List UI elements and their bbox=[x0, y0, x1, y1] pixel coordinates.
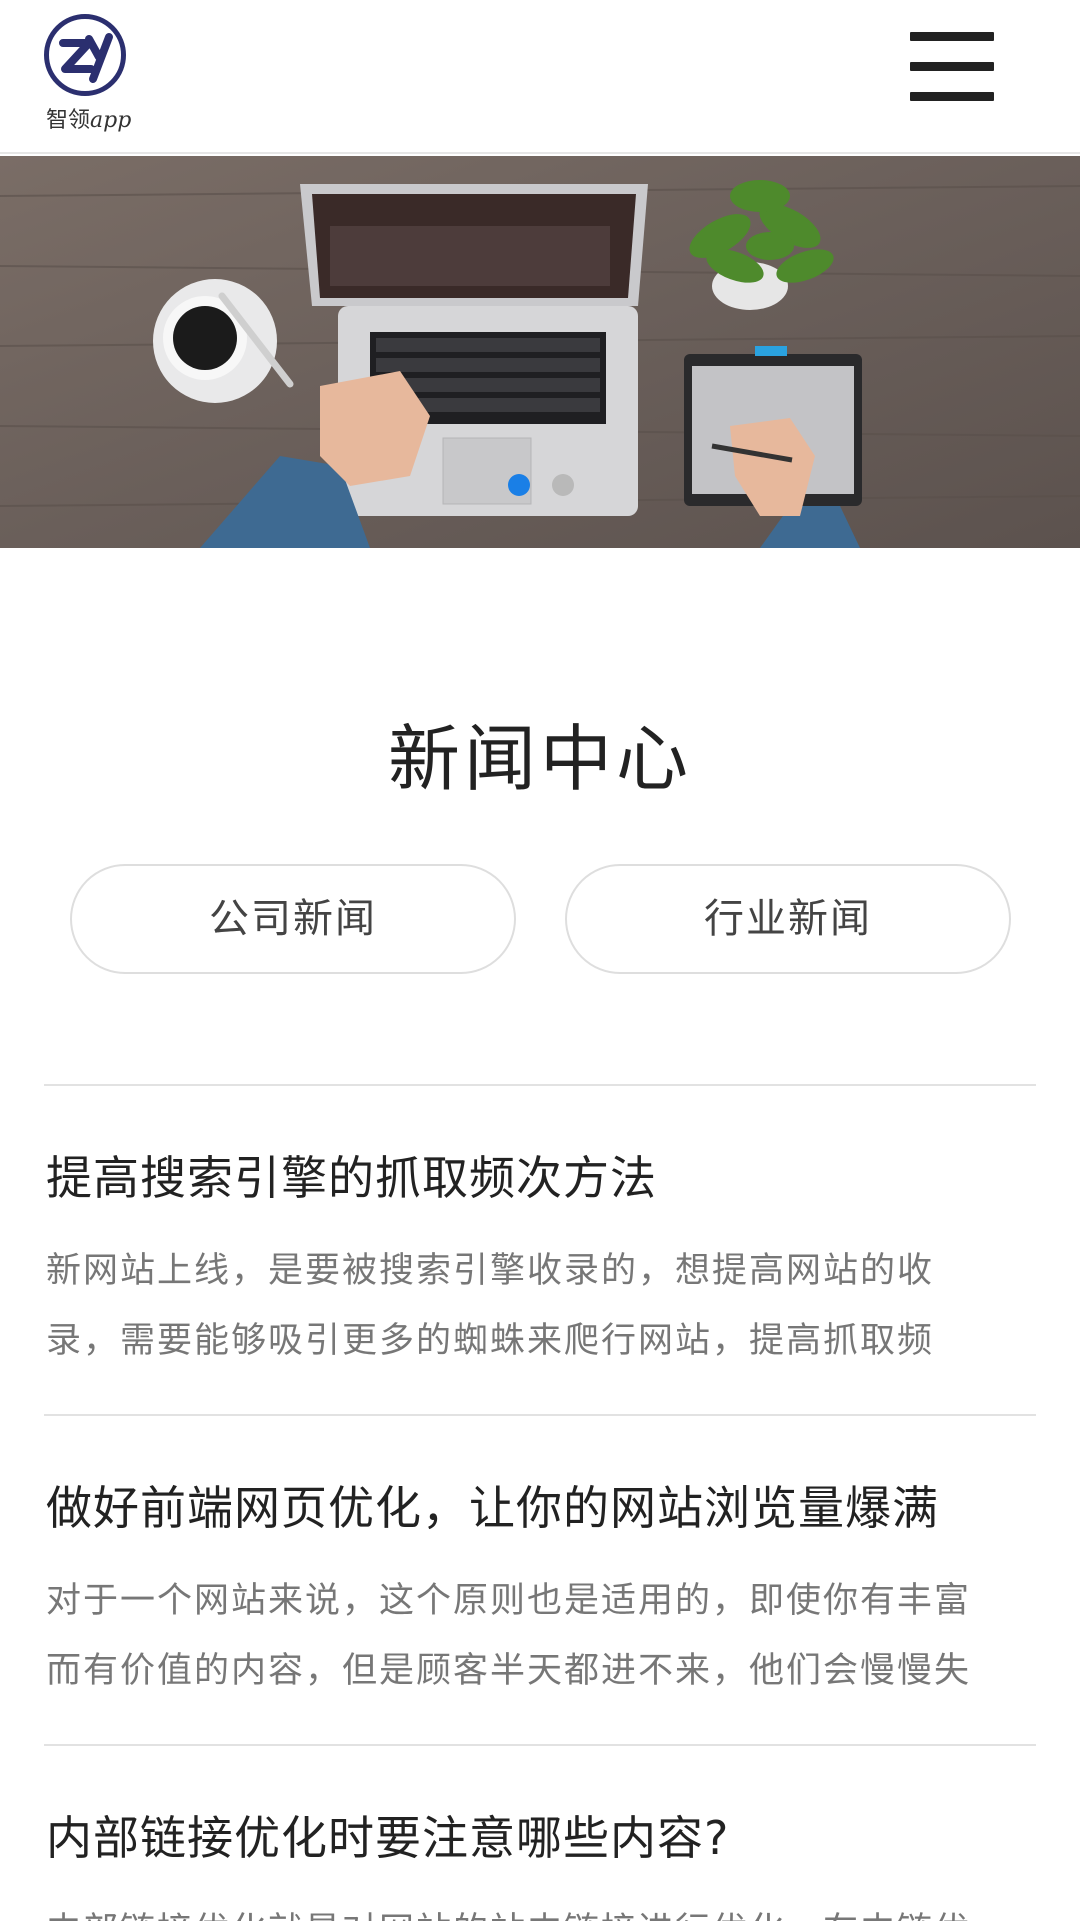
news-item[interactable]: 内部链接优化时要注意哪些内容? 内部链接优化就是对网站的站内链接进行优化，在内链… bbox=[44, 1744, 1036, 1921]
news-item[interactable]: 提高搜索引擎的抓取频次方法 新网站上线，是要被搜索引擎收录的，想提高网站的收 录… bbox=[44, 1084, 1036, 1416]
logo-brand: 智领 bbox=[46, 108, 91, 133]
section-title: 新闻中心 bbox=[387, 717, 692, 801]
summary-line: 新网站上线，是要被搜索引擎收录的，想提高网站的收 bbox=[46, 1251, 935, 1291]
news-title[interactable]: 内部链接优化时要注意哪些内容? bbox=[46, 1802, 729, 1868]
logo[interactable]: 智领app bbox=[44, 14, 134, 134]
news-title[interactable]: 做好前端网页优化，让你的网站浏览量爆满 bbox=[46, 1472, 939, 1538]
news-title[interactable]: 提高搜索引擎的抓取频次方法 bbox=[46, 1142, 657, 1208]
tab-company-news[interactable]: 公司新闻 bbox=[70, 864, 516, 974]
tab-industry-news[interactable]: 行业新闻 bbox=[565, 864, 1011, 974]
carousel-dot-2[interactable] bbox=[552, 474, 574, 496]
news-summary: 新网站上线，是要被搜索引擎收录的，想提高网站的收 录，需要能够吸引更多的蜘蛛来爬… bbox=[46, 1236, 996, 1376]
news-summary: 对于一个网站来说，这个原则也是适用的，即使你有丰富 而有价值的内容，但是顾客半天… bbox=[46, 1566, 996, 1706]
summary-line: 对于一个网站来说，这个原则也是适用的，即使你有丰富 bbox=[46, 1581, 972, 1621]
news-summary: 内部链接优化就是对网站的站内链接进行优化，在内链优 bbox=[46, 1896, 996, 1921]
carousel-dot-1[interactable] bbox=[508, 474, 530, 496]
summary-line: 内部链接优化就是对网站的站内链接进行优化，在内链优 bbox=[46, 1896, 996, 1921]
top-header: 智领app bbox=[0, 0, 1080, 154]
summary-line: 而有价值的内容，但是顾客半天都进不来，他们会慢慢失 bbox=[46, 1651, 972, 1691]
news-item[interactable]: 做好前端网页优化，让你的网站浏览量爆满 对于一个网站来说，这个原则也是适用的，即… bbox=[44, 1414, 1036, 1746]
banner-image bbox=[0, 156, 1080, 548]
logo-mark bbox=[44, 14, 126, 96]
summary-line: 录，需要能够吸引更多的蜘蛛来爬行网站，提高抓取频 bbox=[46, 1321, 935, 1361]
hamburger-menu-icon[interactable] bbox=[910, 32, 994, 101]
banner-carousel[interactable] bbox=[0, 156, 1080, 548]
logo-text: 智领app bbox=[46, 102, 131, 134]
logo-suffix: app bbox=[90, 108, 132, 133]
